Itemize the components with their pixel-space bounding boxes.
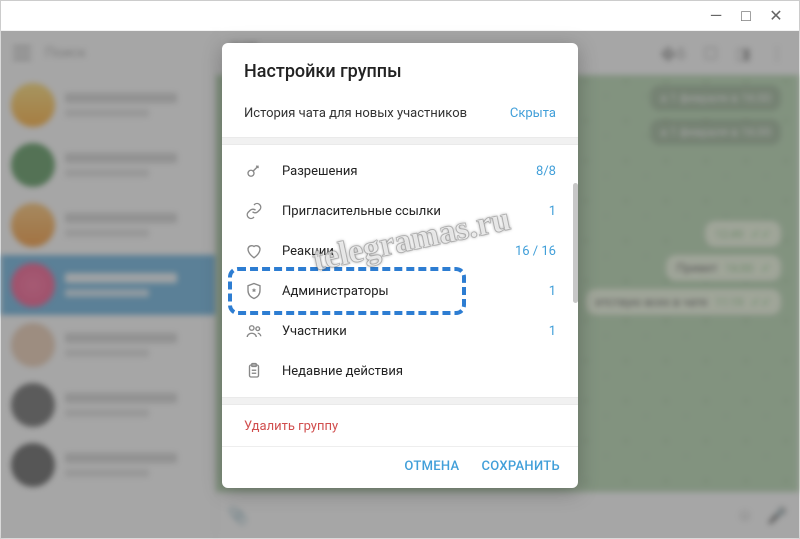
administrators-label: Администраторы [282, 284, 531, 299]
permissions-label: Разрешения [282, 164, 518, 179]
divider [222, 397, 578, 405]
delete-group-button[interactable]: Удалить группу [222, 405, 578, 446]
divider [222, 137, 578, 145]
invite-links-row[interactable]: Пригласительные ссылки 1 [222, 191, 578, 231]
history-value: Скрыта [510, 106, 556, 121]
invite-links-label: Пригласительные ссылки [282, 204, 531, 219]
modal-footer: ОТМЕНА СОХРАНИТЬ [222, 446, 578, 488]
clipboard-icon [244, 361, 264, 381]
permissions-row[interactable]: Разрешения 8/8 [222, 151, 578, 191]
maximize-button[interactable]: □ [731, 5, 761, 27]
reactions-value: 16 / 16 [515, 244, 556, 259]
app-window: — □ ✕ Поиск [0, 0, 800, 539]
key-icon [244, 161, 264, 181]
members-row[interactable]: Участники 1 [222, 311, 578, 351]
reactions-row[interactable]: Реакции 16 / 16 [222, 231, 578, 271]
reactions-label: Реакции [282, 244, 497, 259]
people-icon [244, 321, 264, 341]
administrators-value: 1 [549, 284, 556, 299]
permissions-value: 8/8 [536, 164, 556, 179]
chat-history-row[interactable]: История чата для новых участников Скрыта [222, 96, 578, 137]
recent-actions-label: Недавние действия [282, 364, 556, 379]
members-value: 1 [549, 324, 556, 339]
save-button[interactable]: СОХРАНИТЬ [481, 459, 560, 474]
shield-star-icon [244, 281, 264, 301]
titlebar: — □ ✕ [1, 1, 799, 31]
group-settings-modal: Настройки группы История чата для новых … [222, 43, 578, 488]
heart-icon [244, 241, 264, 261]
minimize-button[interactable]: — [701, 5, 731, 27]
settings-list: Разрешения 8/8 Пригласительные ссылки 1 [222, 145, 578, 397]
recent-actions-row[interactable]: Недавние действия [222, 351, 578, 391]
members-label: Участники [282, 324, 531, 339]
close-button[interactable]: ✕ [761, 5, 791, 27]
link-icon [244, 201, 264, 221]
modal-title: Настройки группы [222, 43, 578, 96]
history-label: История чата для новых участников [244, 106, 467, 121]
invite-links-value: 1 [549, 204, 556, 219]
scrollbar[interactable] [573, 183, 578, 303]
cancel-button[interactable]: ОТМЕНА [404, 459, 459, 474]
administrators-row[interactable]: Администраторы 1 [222, 271, 578, 311]
